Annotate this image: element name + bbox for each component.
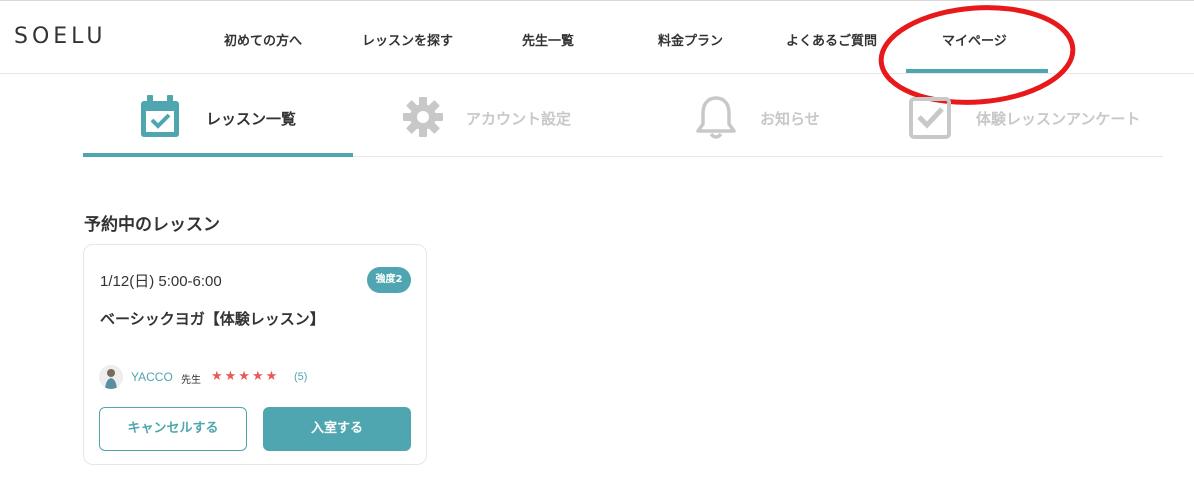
nav-faq[interactable]: よくあるご質問 [786,30,877,49]
nav-active-indicator [906,69,1048,73]
subtab-survey[interactable]: 体験レッスンアンケート [908,94,1168,156]
bell-icon [696,96,736,139]
enter-room-button[interactable]: 入室する [263,407,411,451]
subtab-active-indicator [83,153,353,157]
lesson-datetime: 1/12(日) 5:00-6:00 [100,273,222,290]
rating-count: (5) [294,371,308,383]
gear-icon [403,97,443,137]
subtab-label: 体験レッスンアンケート [976,110,1141,128]
nav-find-lessons[interactable]: レッスンを探す [362,30,453,49]
nav-pricing[interactable]: 料金プラン [658,30,723,49]
nav-beginners[interactable]: 初めての方へ [224,30,302,49]
lesson-title[interactable]: ベーシックヨガ【体験レッスン】 [100,308,325,329]
site-header: SOELU 初めての方へ レッスンを探す 先生一覧 料金プラン よくあるご質問 … [0,0,1194,74]
logo[interactable]: SOELU [14,24,106,49]
subtab-notifications[interactable]: お知らせ [693,94,873,156]
checkbox-icon [909,97,951,139]
teacher-name[interactable]: YACCO [131,370,173,384]
section-title: 予約中のレッスン [84,215,220,235]
intensity-badge: 強度2 [367,267,411,293]
rating-stars: ★★★★★ [211,369,280,384]
lesson-card: 1/12(日) 5:00-6:00 強度2 ベーシックヨガ【体験レッスン】 YA… [83,244,427,465]
subtab-label: お知らせ [760,110,820,128]
subtab-lessons[interactable]: レッスン一覧 [137,94,353,156]
subtab-account[interactable]: アカウント設定 [402,94,632,156]
cancel-button[interactable]: キャンセルする [99,407,247,451]
subtab-label: アカウント設定 [466,110,572,128]
teacher-avatar[interactable] [99,365,123,389]
subtab-label: レッスン一覧 [206,110,297,128]
teacher-suffix: 先生 [181,375,201,386]
calendar-check-icon [141,95,179,137]
nav-mypage[interactable]: マイページ [942,30,1007,49]
nav-teachers[interactable]: 先生一覧 [522,30,574,49]
